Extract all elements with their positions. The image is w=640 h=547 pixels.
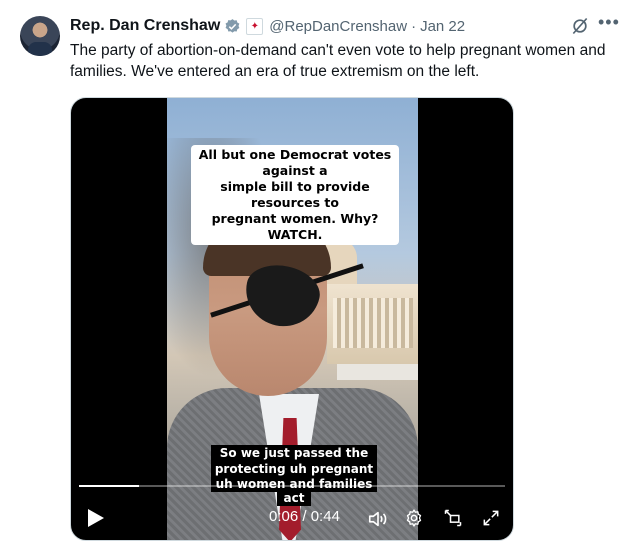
video-progress-bar[interactable] — [79, 485, 505, 487]
tweet-date[interactable]: Jan 22 — [420, 18, 465, 35]
grok-icon[interactable] — [570, 16, 590, 36]
video-player[interactable]: All but one Democrat votes against a sim… — [70, 97, 514, 541]
expand-icon[interactable] — [481, 508, 501, 528]
picture-in-picture-icon[interactable] — [443, 508, 463, 528]
video-time: 0:06 / 0:44 — [269, 508, 340, 525]
video-progress-fill — [79, 485, 139, 487]
tweet: Rep. Dan Crenshaw ✦ @RepDanCrenshaw · Ja… — [0, 0, 640, 547]
congress-seal-icon[interactable]: ✦ — [246, 17, 264, 35]
time-separator: / — [302, 508, 307, 525]
more-icon[interactable]: ••• — [598, 12, 620, 33]
time-total: 0:44 — [310, 508, 340, 525]
author-name[interactable]: Rep. Dan Crenshaw — [70, 17, 220, 35]
time-current: 0:06 — [269, 508, 299, 525]
separator-dot: · — [411, 17, 417, 35]
subtitle-line: protecting uh pregnant — [211, 461, 377, 477]
play-icon[interactable] — [87, 508, 105, 528]
caption-line: All but one Democrat votes against a — [198, 147, 392, 178]
author-handle[interactable]: @RepDanCrenshaw — [269, 18, 407, 35]
verified-badge-icon[interactable] — [224, 18, 241, 35]
caption-line: simple bill to provide resources to — [220, 179, 370, 210]
video-caption-overlay: All but one Democrat votes against a sim… — [191, 145, 399, 245]
volume-icon[interactable] — [367, 508, 389, 530]
tweet-text: The party of abortion-on-demand can't ev… — [70, 42, 606, 80]
caption-line: pregnant women. Why? WATCH. — [211, 211, 379, 242]
subtitle-line: act — [277, 490, 311, 506]
gear-icon[interactable] — [404, 508, 424, 528]
avatar[interactable] — [20, 16, 60, 56]
tweet-header: Rep. Dan Crenshaw ✦ @RepDanCrenshaw · Ja… — [70, 15, 465, 37]
